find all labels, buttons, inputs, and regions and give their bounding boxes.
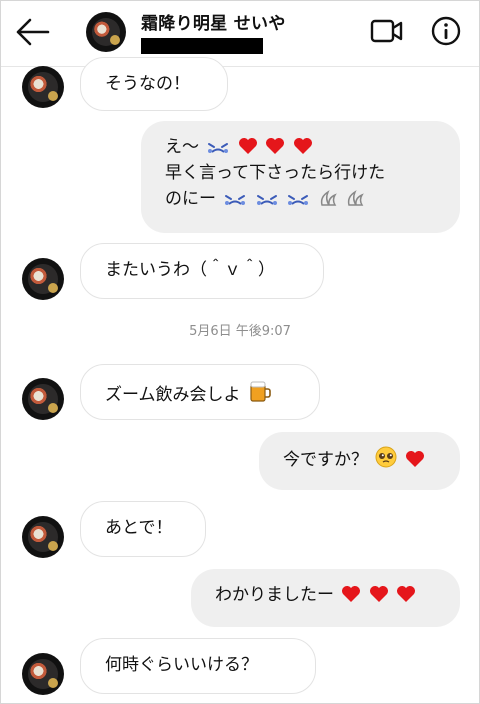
message-text: 何時ぐらいいける？ (105, 655, 258, 675)
message-text: わかりましたー (215, 585, 334, 605)
crying-face-icon (288, 195, 309, 205)
avatar[interactable] (22, 66, 64, 108)
avatar[interactable] (22, 516, 64, 558)
crying-face-icon (256, 195, 277, 205)
red-heart-icon (293, 138, 312, 154)
sweat-drops-icon (320, 190, 337, 206)
red-heart-icon (266, 138, 285, 154)
message-text: またいうわ（＾ｖ＾） (105, 260, 275, 280)
message-text: あとで！ (105, 518, 173, 538)
message-bubble[interactable]: わかりましたー (191, 569, 460, 627)
red-heart-icon (369, 586, 388, 602)
red-heart-icon (342, 586, 361, 602)
red-heart-icon (238, 138, 257, 154)
message-text: 今ですか？ (283, 450, 368, 470)
avatar[interactable] (22, 258, 64, 300)
message-bubble[interactable]: 何時ぐらいいける？ (80, 638, 316, 694)
message-text: そうなの！ (105, 74, 190, 94)
contact-name[interactable]: 霜降り明星 せいや (141, 9, 286, 34)
message-text: ズーム飲み会しよ (105, 385, 241, 405)
message-text: 早く言って下さったら行けた (165, 163, 386, 183)
sweat-drops-icon (347, 190, 364, 206)
message-bubble[interactable]: そうなの！ (80, 57, 228, 111)
message-bubble[interactable]: またいうわ（＾ｖ＾） (80, 243, 324, 299)
beer-mug-icon (250, 381, 271, 402)
avatar[interactable] (86, 12, 126, 52)
message-bubble[interactable]: え〜 早く言って下さったら行けた のにー (141, 121, 460, 233)
chat-header: 霜降り明星 せいや (0, 0, 480, 67)
avatar[interactable] (22, 653, 64, 695)
crying-face-icon (208, 143, 229, 153)
back-arrow-icon[interactable] (14, 16, 50, 48)
message-text: のにー (165, 189, 216, 209)
message-text: え〜 (165, 137, 199, 157)
avatar[interactable] (22, 378, 64, 420)
red-heart-icon (405, 451, 424, 467)
redacted-username (141, 38, 263, 54)
timestamp: 5月6日 午後9:07 (189, 324, 291, 339)
message-bubble[interactable]: ズーム飲み会しよ (80, 364, 320, 420)
red-heart-icon (397, 586, 416, 602)
crying-face-icon (225, 195, 246, 205)
video-call-icon[interactable] (370, 16, 404, 46)
message-bubble[interactable]: あとで！ (80, 501, 206, 557)
info-icon[interactable] (431, 16, 461, 46)
pleading-face-icon (375, 446, 397, 468)
message-bubble[interactable]: 今ですか？ (259, 432, 460, 490)
